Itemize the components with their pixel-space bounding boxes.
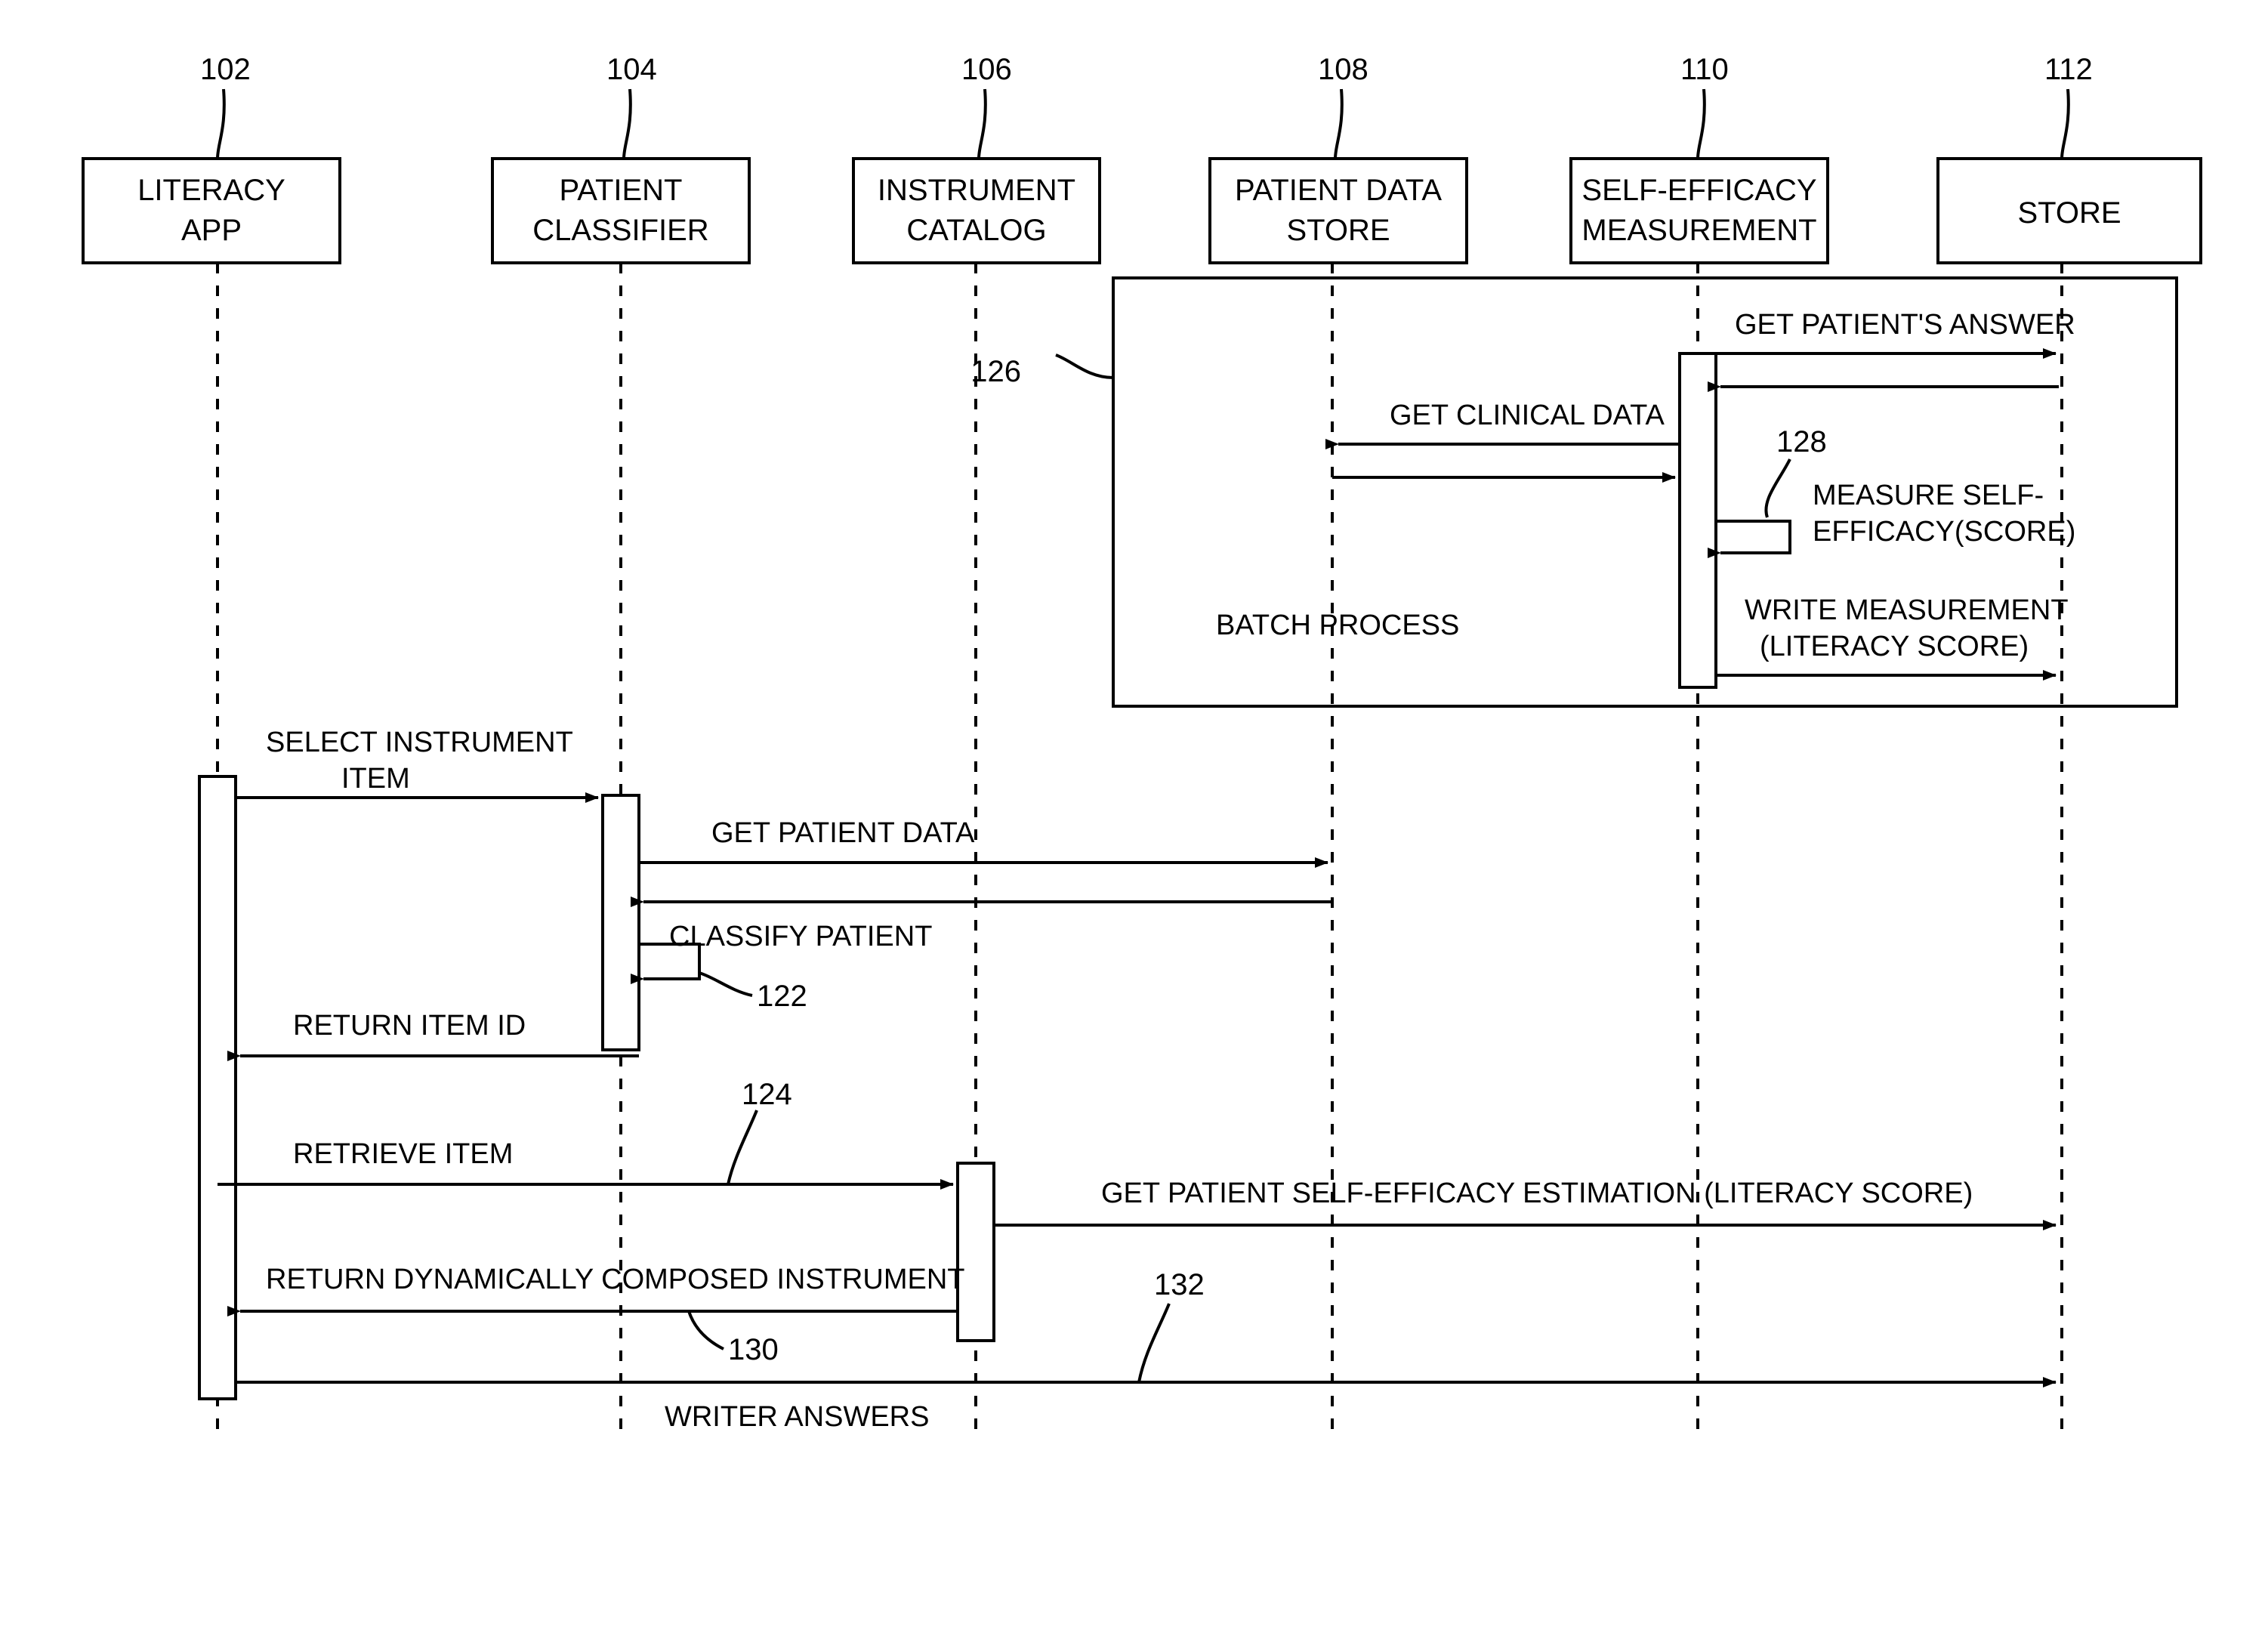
reference-numeral-110: 110 [1680,53,1729,86]
participant-label-instrument-catalog-line2: CATALOG [906,214,1046,247]
reference-numeral-126: 126 [970,355,1021,388]
participant-label-store-line1: STORE [2017,196,2121,230]
message-label-write-measurement-line1: WRITE MEASUREMENT [1745,594,2069,626]
message-label-select-instrument-line1: SELECT INSTRUMENT [266,727,573,758]
participant-label-literacy-app-line1: LITERACY [137,174,285,207]
reference-numeral-132: 132 [1154,1268,1205,1301]
participant-label-patient-data-store-line2: STORE [1286,214,1390,247]
activation-instrument-catalog[interactable] [956,1162,995,1342]
reference-numeral-112: 112 [2044,53,2093,86]
sequence-diagram-canvas: LITERACY APP 102 PATIENT CLASSIFIER 104 … [0,0,2268,1639]
participant-label-literacy-app-line2: APP [181,214,242,247]
reference-numeral-102: 102 [200,53,251,86]
message-label-classify-patient: CLASSIFY PATIENT [669,921,932,952]
activation-self-efficacy-measurement[interactable] [1678,352,1717,689]
frame-batch-process-label: BATCH PROCESS [1216,610,1459,641]
message-label-return-item-id: RETURN ITEM ID [293,1010,526,1042]
activation-literacy-app[interactable] [198,775,237,1400]
reference-numeral-128: 128 [1776,425,1827,458]
message-label-get-self-efficacy-estimation: GET PATIENT SELF-EFFICACY ESTIMATION (LI… [1101,1178,1973,1209]
message-label-measure-self-efficacy-line1: MEASURE SELF- [1813,480,2044,511]
participant-label-patient-data-store-line1: PATIENT DATA [1235,174,1442,207]
message-label-return-instrument: RETURN DYNAMICALLY COMPOSED INSTRUMENT [266,1264,964,1295]
reference-numeral-106: 106 [961,53,1012,86]
reference-numeral-108: 108 [1318,53,1369,86]
participant-label-instrument-catalog-line1: INSTRUMENT [878,174,1075,207]
activation-patient-classifier[interactable] [601,794,640,1051]
reference-numeral-104: 104 [606,53,657,86]
message-label-get-patient-data: GET PATIENT DATA [711,817,975,849]
participant-label-patient-classifier-line2: CLASSIFIER [532,214,708,247]
message-label-write-measurement-line2: (LITERACY SCORE) [1760,631,2029,662]
reference-numeral-122: 122 [757,980,807,1013]
message-label-get-clinical-data: GET CLINICAL DATA [1390,400,1665,431]
message-label-measure-self-efficacy-line2: EFFICACY(SCORE) [1813,516,2075,548]
message-label-writer-answers: WRITER ANSWERS [665,1401,929,1433]
participant-label-patient-classifier-line1: PATIENT [560,174,683,207]
sequence-diagram-svg: LITERACY APP 102 PATIENT CLASSIFIER 104 … [0,0,2268,1639]
message-label-select-instrument-line2: ITEM [341,763,410,795]
message-label-get-patients-answer: GET PATIENT'S ANSWER [1735,309,2075,341]
participant-label-self-efficacy-line2: MEASUREMENT [1581,214,1816,247]
participant-label-self-efficacy-line1: SELF-EFFICACY [1581,174,1816,207]
reference-numeral-130: 130 [728,1333,779,1366]
reference-numeral-124: 124 [742,1078,792,1111]
message-label-retrieve-item: RETRIEVE ITEM [293,1138,513,1170]
